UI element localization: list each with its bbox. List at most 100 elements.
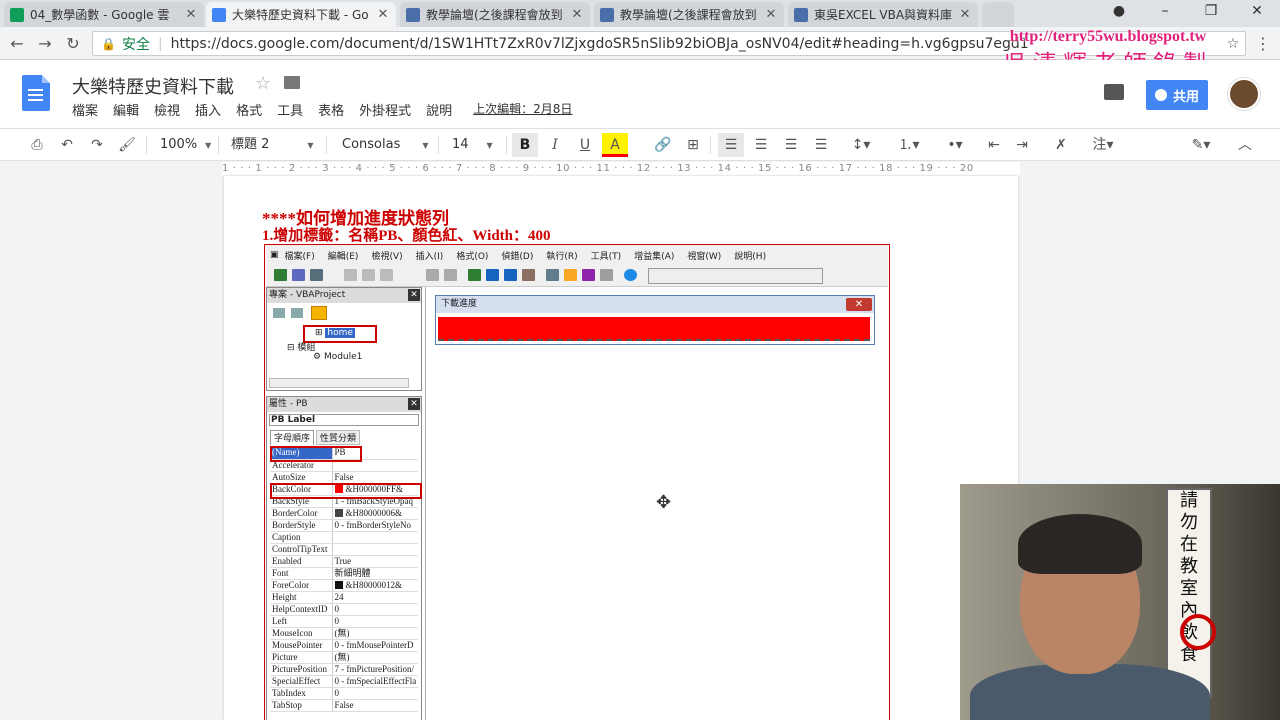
menu-item[interactable]: 說明 <box>426 100 452 119</box>
italic-button[interactable]: I <box>542 133 568 157</box>
font-select[interactable]: Consolas ▼ <box>342 133 432 157</box>
tree-item-modules-folder: ⊟ 模組 <box>287 343 316 353</box>
restore-button[interactable]: ❐ <box>1188 0 1234 22</box>
align-right-icon[interactable]: ☰ <box>778 133 804 157</box>
align-center-icon[interactable]: ☰ <box>748 133 774 157</box>
prohibition-icon <box>1180 614 1216 650</box>
profile-icon[interactable]: ● <box>1096 0 1142 22</box>
new-tab-button[interactable] <box>982 2 1014 27</box>
save-icon <box>310 269 323 281</box>
tree-module-label: Module1 <box>323 352 363 362</box>
property-value-text: 0 <box>334 615 340 626</box>
numbered-list-icon[interactable]: ⒈▾ <box>892 133 926 157</box>
share-label: 共用 <box>1172 89 1199 105</box>
add-comment-icon[interactable]: ⊞ <box>680 133 706 157</box>
last-edit-link[interactable]: 上次編輯：2月8日 <box>473 100 572 119</box>
heading-add-label[interactable]: 1.增加標籤：名稱PB、顏色紅、Width：400 <box>262 224 551 245</box>
browser-tab[interactable]: 東吳EXCEL VBA與資料庫 ✕ <box>788 2 978 27</box>
menu-item[interactable]: 格式 <box>236 100 262 119</box>
justify-icon[interactable]: ☰ <box>808 133 834 157</box>
redo-icon[interactable]: ↷ <box>84 133 110 157</box>
property-row: MousePointer 0 - fmMousePointerD <box>270 639 418 652</box>
menu-item[interactable]: 外掛程式 <box>359 100 411 119</box>
google-docs-logo-icon[interactable] <box>22 75 50 111</box>
lock-icon: 🔒 <box>101 36 116 51</box>
close-icon[interactable]: ✕ <box>376 7 390 22</box>
input-tools-button[interactable]: 注▾ <box>1086 133 1120 157</box>
undo-icon[interactable]: ↶ <box>54 133 80 157</box>
bold-button[interactable]: B <box>512 133 538 157</box>
comments-icon[interactable] <box>1104 84 1124 100</box>
star-icon[interactable]: ☆ <box>255 73 271 94</box>
paint-format-icon[interactable]: 🖌 <box>114 133 140 157</box>
menu-item[interactable]: 插入 <box>195 100 221 119</box>
style-select[interactable]: 標題 2 ▼ <box>231 133 321 157</box>
minimize-button[interactable]: – <box>1142 0 1188 22</box>
browser-tab[interactable]: 教學論壇(之後課程會放到 ✕ <box>400 2 590 27</box>
print-icon[interactable]: ⎙ <box>24 133 50 157</box>
tab-alphabetic: 字母順序 <box>270 430 315 445</box>
browser-menu-icon[interactable]: ⋮ <box>1252 33 1274 55</box>
menu-item[interactable]: 編輯 <box>113 100 139 119</box>
property-value: 24 <box>332 591 418 604</box>
increase-indent-icon[interactable]: ⇥ <box>1010 133 1034 157</box>
folder-icon[interactable] <box>284 76 300 89</box>
align-left-icon[interactable]: ☰ <box>718 133 744 157</box>
property-name: MousePointer <box>270 639 333 652</box>
share-button[interactable]: 共用 <box>1146 80 1208 110</box>
document-page[interactable]: ****如何增加進度狀態列 1.增加標籤：名稱PB、顏色紅、Width：400 … <box>224 176 1018 720</box>
url-text[interactable]: https://docs.google.com/document/d/1SW1H… <box>171 36 1029 52</box>
tab-label: 04_數學函數 - Google 雲 <box>30 8 170 22</box>
reload-icon[interactable]: ↻ <box>62 33 84 55</box>
property-row: ControlTipText <box>270 543 418 556</box>
property-value: True <box>332 555 418 568</box>
ruler[interactable]: 1 · · · 1 · · · 2 · · · 3 · · · 4 · · · … <box>222 162 1020 176</box>
underline-button[interactable]: U <box>572 133 598 157</box>
avatar[interactable] <box>1228 78 1260 110</box>
property-value-text: 新細明體 <box>334 567 371 578</box>
properties-pane-title: 屬性 - PB ✕ <box>267 397 421 412</box>
object-browser-icon <box>582 269 595 281</box>
divider <box>710 136 711 154</box>
link-icon[interactable]: 🔗 <box>650 133 676 157</box>
close-icon[interactable]: ✕ <box>958 7 972 22</box>
line-spacing-icon[interactable]: ↕▾ <box>844 133 878 157</box>
collapse-icon[interactable]: ︿ <box>1232 133 1258 157</box>
document-title[interactable]: 大樂特歷史資料下載 <box>72 73 234 99</box>
browser-tab[interactable]: 大樂特歷史資料下載 - Go ✕ <box>206 2 396 27</box>
property-row: Left 0 <box>270 615 418 628</box>
close-icon[interactable]: ✕ <box>570 7 584 22</box>
menu-item[interactable]: 檢視 <box>154 100 180 119</box>
decrease-indent-icon[interactable]: ⇤ <box>982 133 1006 157</box>
cut-icon <box>344 269 357 281</box>
vbe-menu-item: 格式(O) <box>456 251 489 262</box>
tab-label: 教學論壇(之後課程會放到 <box>426 8 563 22</box>
menu-item[interactable]: 工具 <box>277 100 303 119</box>
highlight-box <box>270 446 362 462</box>
close-icon[interactable]: ✕ <box>184 7 198 22</box>
browser-tab[interactable]: 教學論壇(之後課程會放到 ✕ <box>594 2 784 27</box>
back-arrow-icon[interactable]: ← <box>6 33 28 55</box>
embedded-vbe-screenshot[interactable]: ▣ 檔案(F) 編輯(E) 檢視(V) 插入(I) 格式(O) 偵錯(D) 執行(R) 工具(T… <box>264 244 890 720</box>
vbe-menu-item: 編輯(E) <box>327 251 359 262</box>
paste-icon <box>380 269 393 281</box>
browser-tab[interactable]: 04_數學函數 - Google 雲 ✕ <box>4 2 204 27</box>
property-value: &H80000006& <box>332 507 418 520</box>
menu-item[interactable]: 表格 <box>318 100 344 119</box>
webcam-overlay: 請勿在教室內飲食 <box>960 484 1280 720</box>
close-window-button[interactable]: ✕ <box>1234 0 1280 22</box>
editing-mode-icon[interactable]: ✎▾ <box>1184 133 1218 157</box>
forward-arrow-icon[interactable]: → <box>34 33 56 55</box>
clear-formatting-icon[interactable]: ✗ <box>1048 133 1074 157</box>
design-mode-icon <box>522 269 535 281</box>
zoom-select[interactable]: 100% ▼ <box>160 133 212 157</box>
menu-item[interactable]: 檔案 <box>72 100 98 119</box>
property-row: PicturePosition 7 - fmPicturePosition/ <box>270 663 418 676</box>
docs-header: 大樂特歷史資料下載 ☆ 檔案 編輯 檢視 插入 格式 工具 表格 外掛程式 說明 上次編輯：2月8… <box>0 60 1280 128</box>
bulleted-list-icon[interactable]: •▾ <box>938 133 972 157</box>
text-color-button[interactable]: A <box>602 133 628 157</box>
font-size-select[interactable]: 14 ▼ <box>452 133 502 157</box>
property-row: Picture (無) <box>270 651 418 664</box>
close-icon[interactable]: ✕ <box>764 7 778 22</box>
property-name: BorderColor <box>270 507 333 520</box>
